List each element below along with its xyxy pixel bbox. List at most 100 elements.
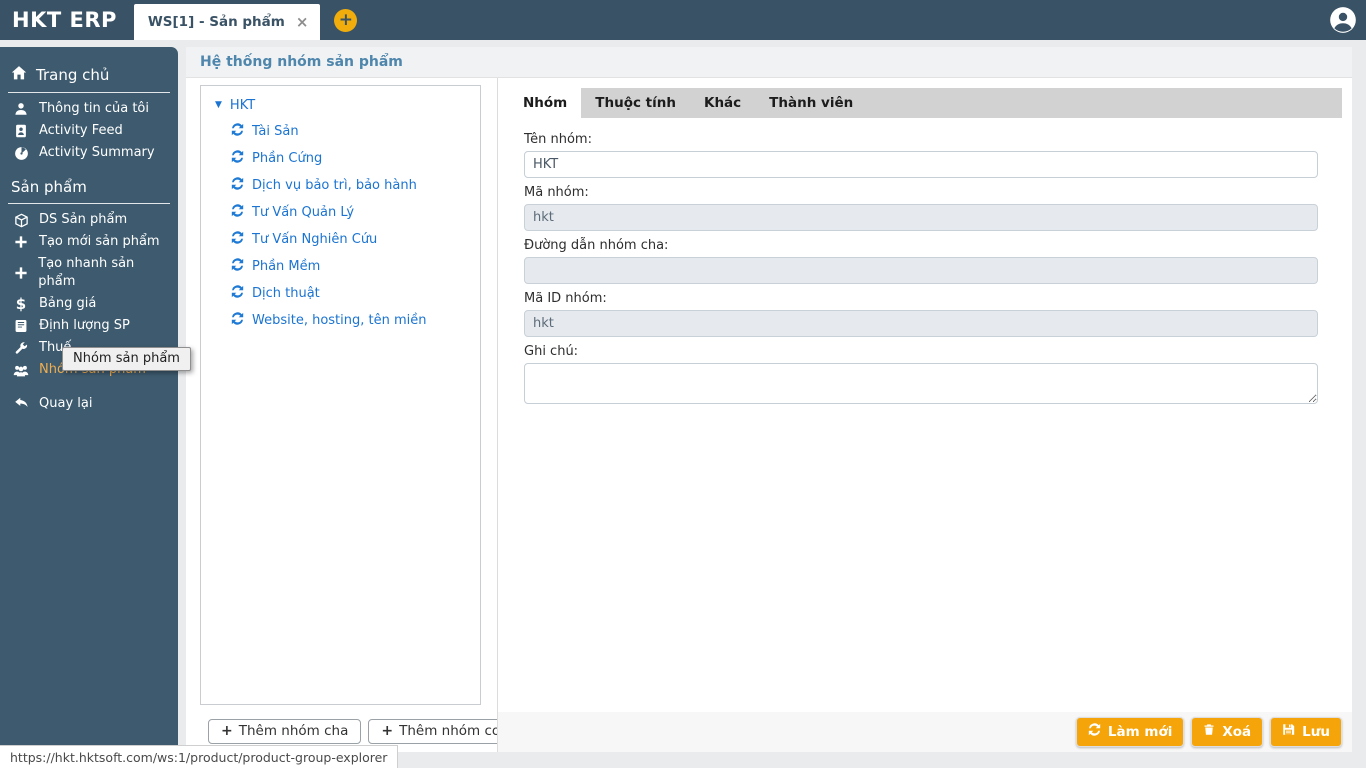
workspace-tab-label: WS[1] - Sản phẩm: [147, 14, 285, 30]
users-icon: [12, 363, 30, 378]
parent-path-label: Đường dẫn nhóm cha:: [524, 238, 669, 253]
sidebar-section-products[interactable]: Sản phẩm: [8, 174, 170, 204]
tree-item[interactable]: Tư Vấn Quản Lý: [213, 199, 480, 226]
tree-item-label: Tư Vấn Quản Lý: [252, 205, 355, 220]
sidebar-item-activity-summary[interactable]: Activity Summary: [0, 142, 178, 164]
sidebar-item-back[interactable]: Quay lại: [0, 393, 178, 415]
user-icon: [12, 102, 30, 116]
home-icon: [11, 65, 27, 85]
add-parent-group-button[interactable]: + Thêm nhóm cha: [208, 719, 362, 744]
tree-root-label: HKT: [229, 98, 256, 113]
delete-button-label: Xoá: [1222, 723, 1252, 740]
tree-item[interactable]: Phần Cứng: [213, 145, 480, 172]
refresh-icon: [231, 258, 244, 275]
tree-item[interactable]: Dịch vụ bảo trì, bảo hành: [213, 172, 480, 199]
tree-item[interactable]: Tư Vấn Nghiên Cứu: [213, 226, 480, 253]
group-id-input: [524, 310, 1318, 337]
sidebar-item-price-list[interactable]: $ Bảng giá: [0, 293, 178, 315]
tree-item[interactable]: Tài Sản: [213, 118, 480, 145]
trash-icon: [1203, 723, 1215, 740]
link-preview-statusbar: https://hkt.hktsoft.com/ws:1/product/pro…: [0, 745, 399, 768]
refresh-icon: [231, 285, 244, 302]
refresh-icon: [231, 177, 244, 194]
plus-icon: [12, 266, 29, 280]
save-icon: [1282, 723, 1295, 740]
tree-root-node[interactable]: ▼ HKT: [213, 96, 480, 118]
group-name-input[interactable]: [524, 151, 1318, 178]
group-detail-pane: Nhóm Thuộc tính Khác Thành viên Tên nhóm…: [497, 78, 1352, 752]
save-button[interactable]: Lưu: [1270, 717, 1342, 747]
tree-actions: + Thêm nhóm cha + Thêm nhóm con: [208, 719, 522, 744]
sidebar-section-home[interactable]: Trang chủ: [8, 61, 170, 93]
tree-item-label: Phần Cứng: [252, 151, 323, 166]
sidebar-tooltip: Nhóm sản phẩm: [62, 347, 191, 371]
detail-action-bar: Làm mới Xoá Lưu: [498, 712, 1352, 752]
delete-button[interactable]: Xoá: [1191, 717, 1264, 747]
tree-item[interactable]: Website, hosting, tên miền: [213, 307, 480, 334]
group-code-label: Mã nhóm:: [524, 185, 589, 200]
tab-attributes[interactable]: Thuộc tính: [581, 88, 690, 118]
tree-item-label: Website, hosting, tên miền: [252, 313, 427, 328]
add-child-group-label: Thêm nhóm con: [399, 723, 509, 739]
workspace-tab[interactable]: WS[1] - Sản phẩm ×: [133, 4, 321, 40]
sidebar-item-quick-create-product[interactable]: Tạo nhanh sản phẩm: [0, 253, 178, 293]
product-group-tree: ▼ HKT Tài Sản Phần Cứng Dịch vụ bảo trì,…: [200, 85, 481, 705]
tab-group[interactable]: Nhóm: [509, 88, 582, 118]
statusbar-url: https://hkt.hktsoft.com/ws:1/product/pro…: [10, 749, 388, 765]
sidebar-item-activity-feed[interactable]: Activity Feed: [0, 120, 178, 142]
close-icon[interactable]: ×: [296, 14, 309, 30]
top-bar: HKT ERP WS[1] - Sản phẩm × +: [0, 0, 1366, 40]
reply-icon: [12, 397, 30, 411]
tree-item-label: Tài Sản: [252, 124, 299, 139]
tab-members[interactable]: Thành viên: [755, 88, 867, 118]
save-button-label: Lưu: [1302, 723, 1330, 740]
sidebar-section-label: Trang chủ: [36, 66, 110, 84]
group-code-input: [524, 204, 1318, 231]
caret-down-icon[interactable]: ▼: [215, 101, 222, 110]
note-label: Ghi chú:: [524, 344, 579, 359]
note-textarea[interactable]: [524, 363, 1318, 404]
sidebar-item-my-info[interactable]: Thông tin của tôi: [0, 98, 178, 120]
id-badge-icon: [12, 124, 30, 138]
sidebar-item-label: Quay lại: [39, 396, 93, 411]
account-icon[interactable]: [1329, 6, 1357, 34]
tree-item[interactable]: Phần Mềm: [213, 253, 480, 280]
group-id-label: Mã ID nhóm:: [524, 291, 607, 306]
plus-icon: [12, 235, 30, 249]
sidebar: Trang chủ Thông tin của tôi Activity Fee…: [0, 47, 191, 745]
tree-item-label: Dịch thuật: [252, 286, 320, 301]
sidebar-item-label: Activity Feed: [39, 123, 123, 138]
page-title: Hệ thống nhóm sản phẩm: [200, 54, 403, 70]
sidebar-item-label: DS Sản phẩm: [39, 212, 128, 227]
content-card: Hệ thống nhóm sản phẩm ▼ HKT Tài Sản Phầ…: [186, 47, 1352, 752]
sidebar-item-product-quantification[interactable]: Định lượng SP: [0, 315, 178, 337]
refresh-icon: [231, 204, 244, 221]
sidebar-item-product-list[interactable]: DS Sản phẩm: [0, 209, 178, 231]
tree-item[interactable]: Dịch thuật: [213, 280, 480, 307]
sidebar-section-label: Sản phẩm: [11, 178, 87, 196]
refresh-icon: [231, 312, 244, 329]
refresh-icon: [1088, 723, 1101, 740]
tree-item-label: Tư Vấn Nghiên Cứu: [252, 232, 378, 247]
tree-item-label: Phần Mềm: [252, 259, 321, 274]
sidebar-item-create-product[interactable]: Tạo mới sản phẩm: [0, 231, 178, 253]
gauge-icon: [12, 146, 30, 161]
add-workspace-button[interactable]: +: [334, 8, 358, 32]
page-header: Hệ thống nhóm sản phẩm: [186, 47, 1352, 78]
refresh-button[interactable]: Làm mới: [1075, 717, 1185, 747]
sidebar-item-label: Bảng giá: [39, 296, 97, 311]
parent-path-input: [524, 257, 1318, 284]
plus-icon: +: [381, 723, 394, 739]
sidebar-item-label: Tạo mới sản phẩm: [39, 234, 160, 249]
group-form: Tên nhóm: Mã nhóm: Đường dẫn nhóm cha: M…: [498, 118, 1352, 404]
refresh-icon: [231, 150, 244, 167]
dollar-icon: $: [15, 295, 27, 313]
detail-tabbar: Nhóm Thuộc tính Khác Thành viên: [509, 88, 1342, 118]
sidebar-item-label: Activity Summary: [39, 145, 155, 160]
tab-other[interactable]: Khác: [690, 88, 755, 118]
sidebar-item-label: Tạo nhanh sản phẩm: [38, 256, 135, 289]
app-logo: HKT ERP: [12, 8, 117, 32]
refresh-icon: [231, 231, 244, 248]
refresh-button-label: Làm mới: [1107, 723, 1173, 740]
cube-icon: [12, 213, 30, 228]
